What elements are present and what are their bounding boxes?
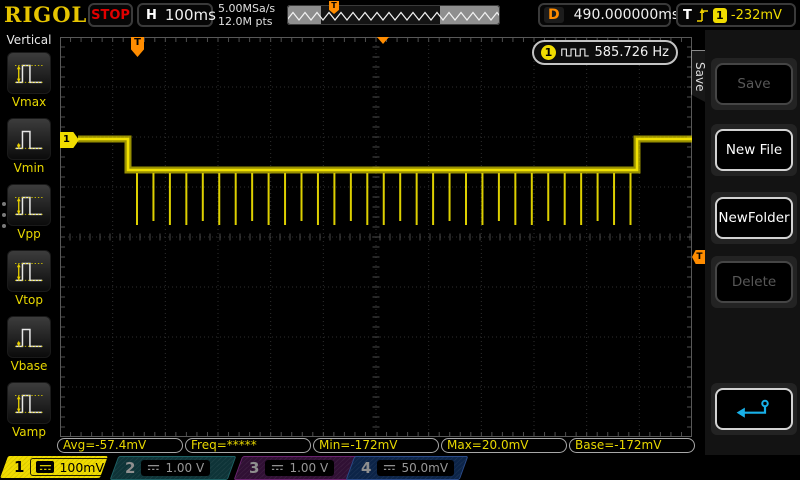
square-wave-icon xyxy=(561,48,589,57)
menu-item-vmin[interactable]: Vmin xyxy=(0,118,58,175)
oscilloscope-screen: RIGOL STOP H 100ms 5.00MSa/s 12.0M pts T… xyxy=(0,0,800,480)
counter-value: 585.726 Hz xyxy=(594,45,670,60)
channel-2-status[interactable]: 2 1.00 V xyxy=(109,456,237,480)
vmax-icon xyxy=(15,64,43,84)
channel-status-bar: 1 100mV 2 1.00 V 3 1.00 V 4 50.0mV xyxy=(0,455,800,480)
d-label: D xyxy=(544,7,564,23)
channel-2-scale: 1.00 V xyxy=(165,461,205,475)
vtop-label: Vtop xyxy=(15,293,43,307)
new-folder-button[interactable]: NewFolder xyxy=(715,197,793,239)
vbase-button[interactable] xyxy=(7,316,51,358)
return-arrow-icon xyxy=(736,399,769,418)
vamp-icon xyxy=(15,394,43,414)
channel-4-number: 4 xyxy=(361,459,372,477)
measurement-base: Base=-172mV xyxy=(569,438,695,453)
h-label: H xyxy=(146,7,157,23)
vmax-label: Vmax xyxy=(11,95,47,109)
channel-4-status[interactable]: 4 50.0mV xyxy=(345,456,469,480)
top-bar: RIGOL STOP H 100ms 5.00MSa/s 12.0M pts T… xyxy=(0,0,800,30)
waveform-fuzz xyxy=(78,135,692,174)
delay-readout: D 490.000000ms xyxy=(538,3,679,27)
menu-page-dots xyxy=(2,202,6,228)
t-label: T xyxy=(683,7,692,23)
vamp-button[interactable] xyxy=(7,382,51,424)
vtop-icon xyxy=(15,262,43,282)
coupling-icon-ch2 xyxy=(147,461,160,475)
menu-item-vtop[interactable]: Vtop xyxy=(0,250,58,307)
waveform-trace xyxy=(78,137,692,172)
channel-1-status[interactable]: 1 100mV xyxy=(0,456,111,478)
sample-rate-display: 5.00MSa/s 12.0M pts xyxy=(218,2,275,28)
channel-4-scale: 50.0mV xyxy=(401,461,449,475)
run-state-badge: STOP xyxy=(88,3,133,27)
softkey-slot: Delete xyxy=(711,256,797,308)
softkey-slot: New File xyxy=(711,124,797,176)
counter-channel-badge: 1 xyxy=(541,45,556,60)
vmax-button[interactable] xyxy=(7,52,51,94)
rising-edge-icon xyxy=(696,8,708,22)
channel-1-number: 1 xyxy=(14,458,25,476)
vpp-icon xyxy=(15,196,43,216)
channel-3-status[interactable]: 3 1.00 V xyxy=(233,456,361,480)
delay-value: 490.000000ms xyxy=(573,7,680,23)
measurement-min: Min=-172mV xyxy=(313,438,439,453)
vpp-button[interactable] xyxy=(7,184,51,226)
softkey-slot xyxy=(711,383,797,435)
vamp-label: Vamp xyxy=(12,425,46,439)
softkey-menu: Save New File NewFolder Delete xyxy=(705,30,800,455)
menu-item-vmax[interactable]: Vmax xyxy=(0,52,58,109)
softkey-slot: Save xyxy=(711,58,797,110)
trigger-source-badge: 1 xyxy=(712,7,727,23)
trigger-level-value: -232mV xyxy=(730,7,782,23)
menu-item-vamp[interactable]: Vamp xyxy=(0,382,58,439)
measure-menu: Vertical Vmax Vmin Vpp Vtop Vbase Vamp xyxy=(0,30,58,455)
graticule xyxy=(59,36,692,438)
channel-1-scale: 100mV xyxy=(59,459,105,475)
vtop-button[interactable] xyxy=(7,250,51,292)
sample-rate: 5.00MSa/s xyxy=(218,2,276,15)
trigger-readout: T 1 -232mV xyxy=(676,3,796,27)
waveform-display xyxy=(59,36,692,438)
channel-3-scale: 1.00 V xyxy=(289,461,329,475)
timebase-value: 100ms xyxy=(164,6,216,24)
measurement-freq: Freq=***** xyxy=(185,438,311,453)
rigol-logo: RIGOL xyxy=(4,2,88,27)
channel-3-number: 3 xyxy=(249,459,260,477)
coupling-icon-ch4 xyxy=(383,461,396,475)
coupling-icon-ch3 xyxy=(271,461,284,475)
vbase-icon xyxy=(15,328,43,348)
trigger-level-marker[interactable]: T xyxy=(692,250,705,264)
delete-button[interactable]: Delete xyxy=(715,261,793,303)
save-button[interactable]: Save xyxy=(715,63,793,105)
coupling-icon-ch1 xyxy=(36,461,55,473)
menu-item-vpp[interactable]: Vpp xyxy=(0,184,58,241)
waveform-overview-strip xyxy=(286,5,504,25)
vbase-label: Vbase xyxy=(10,359,48,373)
measurement-avg: Avg=-57.4mV xyxy=(57,438,183,453)
timebase-readout: H 100ms xyxy=(137,3,216,27)
memory-depth: 12.0M pts xyxy=(218,15,273,28)
back-button[interactable] xyxy=(715,388,793,430)
channel-2-number: 2 xyxy=(125,459,136,477)
measurement-max: Max=20.0mV xyxy=(441,438,567,453)
run-state-label: STOP xyxy=(91,7,130,23)
vmin-button[interactable] xyxy=(7,118,51,160)
vmin-icon xyxy=(15,130,43,150)
vpp-label: Vpp xyxy=(17,227,41,241)
waveform-overview[interactable]: T xyxy=(286,1,504,25)
softkey-slot: NewFolder xyxy=(711,192,797,244)
measure-menu-title: Vertical xyxy=(6,33,52,47)
new-file-button[interactable]: New File xyxy=(715,129,793,171)
menu-item-vbase[interactable]: Vbase xyxy=(0,316,58,373)
vmin-label: Vmin xyxy=(13,161,45,175)
frequency-counter: 1 585.726 Hz xyxy=(532,40,678,65)
